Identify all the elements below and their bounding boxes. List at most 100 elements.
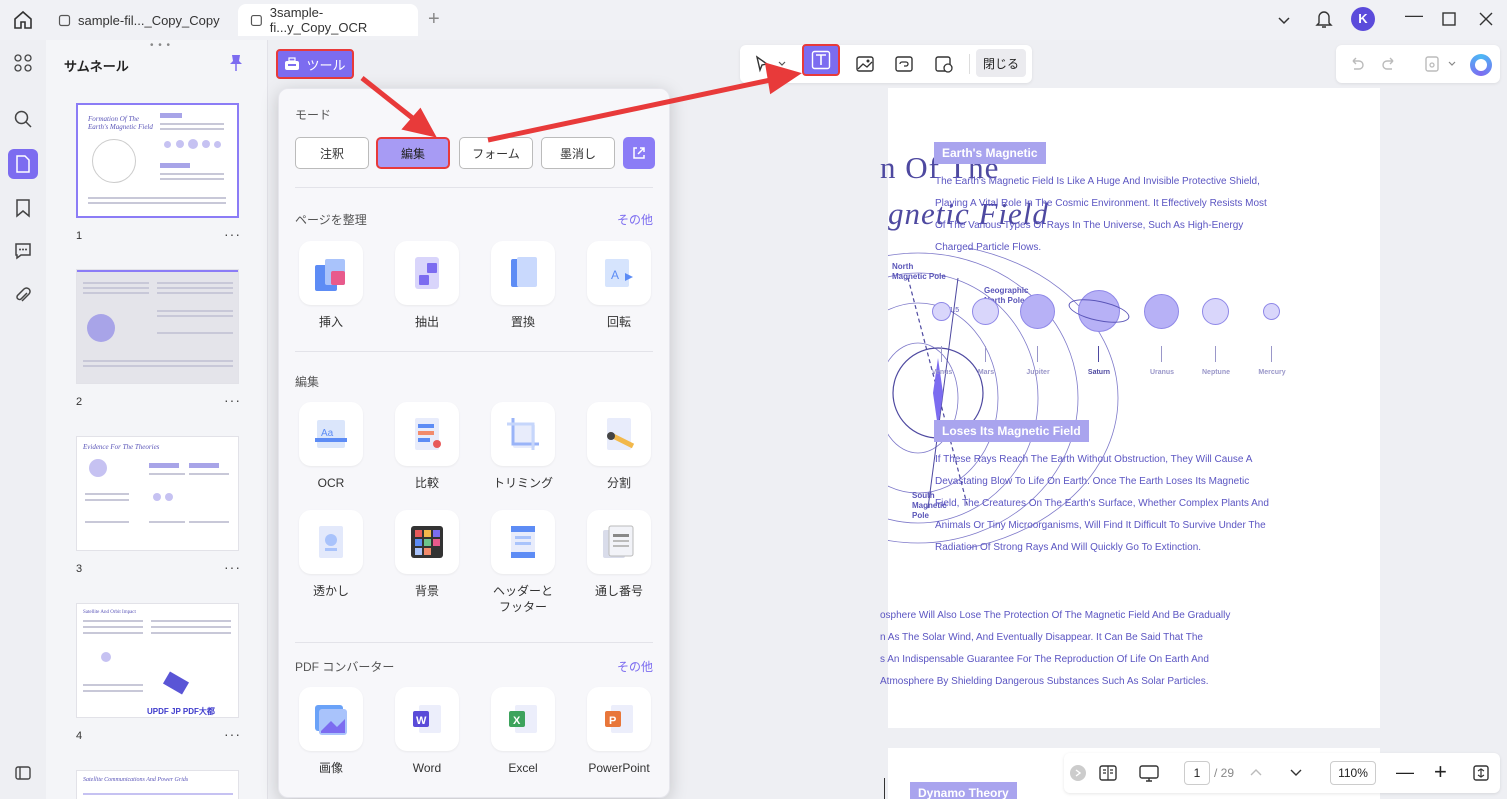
tab-document-1[interactable]: sample-fil..._Copy_Copy (46, 4, 232, 36)
add-text-button[interactable] (802, 44, 840, 76)
planet-label: Neptune (1202, 369, 1230, 376)
powerpoint-icon: P (587, 687, 651, 751)
add-tab-button[interactable]: + (428, 8, 440, 31)
close-edit-button[interactable]: 閉じる (976, 49, 1026, 77)
chevron-down-icon[interactable] (1448, 61, 1456, 67)
svg-text:A: A (611, 268, 619, 282)
zoom-out-button[interactable]: — (1396, 762, 1414, 783)
tools-button[interactable]: ツール (276, 49, 354, 79)
rail-thumbnails-grid[interactable] (8, 48, 38, 78)
add-watermark-button[interactable] (930, 50, 958, 78)
tool-header-footer[interactable]: ヘッダーと フッター (483, 510, 563, 615)
tool-extract[interactable]: 抽出 (387, 241, 467, 330)
split-icon (587, 402, 651, 466)
convert-to-powerpoint[interactable]: P PowerPoint (579, 687, 659, 776)
mode-redact-button[interactable]: 墨消し (541, 137, 615, 169)
zoom-in-button[interactable]: + (1434, 759, 1447, 785)
zoom-level[interactable]: 110% (1330, 761, 1376, 785)
tool-insert[interactable]: 挿入 (291, 241, 371, 330)
reading-mode-icon[interactable] (1098, 764, 1118, 782)
add-image-button[interactable] (851, 50, 879, 78)
planet-tick (941, 346, 942, 362)
planet-tick (1037, 346, 1038, 362)
maximize-button[interactable] (1442, 12, 1456, 26)
tool-crop[interactable]: トリミング (483, 402, 563, 491)
thumbnail-more-button[interactable]: ··· (224, 726, 241, 742)
rail-comments[interactable] (8, 236, 38, 266)
ai-assistant-icon[interactable] (1470, 54, 1492, 76)
mode-edit-button[interactable]: 編集 (376, 137, 450, 169)
rail-pages[interactable] (8, 149, 38, 179)
extract-icon (395, 241, 459, 305)
compare-icon (395, 402, 459, 466)
close-window-button[interactable] (1479, 12, 1493, 26)
fit-page-icon[interactable] (1472, 764, 1490, 782)
watermark-icon (299, 510, 363, 574)
planet-uranus (1144, 294, 1179, 329)
convert-to-excel[interactable]: X Excel (483, 687, 563, 776)
planet-label: Uranus (1149, 369, 1175, 376)
tool-compare[interactable]: 比較 (387, 402, 467, 491)
replace-icon (491, 241, 555, 305)
notification-icon[interactable] (1314, 8, 1334, 30)
divider (295, 351, 653, 352)
thumbnail-page-2[interactable] (76, 269, 239, 384)
thumbnail-page-3[interactable]: Evidence For The Theories (76, 436, 239, 551)
tool-watermark[interactable]: 透かし (291, 510, 371, 599)
left-rail (0, 40, 46, 799)
page-number-input[interactable]: 1 (1184, 761, 1210, 785)
thumbnail-more-button[interactable]: ··· (224, 226, 241, 242)
tool-split[interactable]: 分割 (579, 402, 659, 491)
chevron-up-icon[interactable] (1250, 767, 1262, 777)
rail-bookmarks[interactable] (8, 193, 38, 223)
chevron-down-icon[interactable] (1276, 12, 1292, 28)
rail-sidebar-toggle[interactable] (8, 758, 38, 788)
thumbnail-page-4[interactable]: Satellite And Orbit Impact UPDF JP PDF大都 (76, 603, 239, 718)
tool-background[interactable]: 背景 (387, 510, 467, 599)
select-tool[interactable] (748, 50, 776, 78)
panel-drag-handle[interactable]: • • • (150, 40, 171, 51)
convert-to-word[interactable]: W Word (387, 687, 467, 776)
planet-tick (1271, 346, 1272, 362)
tool-replace[interactable]: 置換 (483, 241, 563, 330)
user-avatar[interactable]: K (1351, 7, 1375, 31)
presentation-icon[interactable] (1138, 764, 1160, 782)
home-icon[interactable] (12, 9, 34, 31)
svg-text:X: X (513, 715, 521, 727)
paragraph-3: osphere Will Also Lose The Protection Of… (880, 610, 1231, 687)
cursor-icon (755, 55, 769, 73)
redo-icon[interactable] (1382, 56, 1398, 72)
organize-more-link[interactable]: その他 (617, 211, 653, 228)
converter-more-link[interactable]: その他 (617, 658, 653, 675)
page-navigation-bar: 1 / 29 110% — + (1064, 753, 1500, 793)
tab-document-2[interactable]: 3sample-fi...y_Copy_OCR (238, 4, 418, 36)
planet-tick (1215, 346, 1216, 362)
minimize-button[interactable]: — (1405, 5, 1423, 26)
add-link-button[interactable] (890, 50, 918, 78)
pin-icon[interactable] (228, 54, 244, 72)
excel-icon: X (491, 687, 555, 751)
thumbnail-page-1[interactable]: Formation Of The Earth's Magnetic Field (76, 103, 239, 218)
chevron-down-icon[interactable] (778, 61, 786, 67)
thumbnail-more-button[interactable]: ··· (224, 392, 241, 408)
thumbnail-more-button[interactable]: ··· (224, 559, 241, 575)
thumbnail-page-number: 4 (76, 730, 83, 742)
tool-bates-number[interactable]: 通し番号 (579, 510, 659, 599)
convert-to-image[interactable]: 画像 (291, 687, 371, 776)
planet-label: Jupiter (1026, 369, 1050, 376)
mode-annotate-button[interactable]: 注釈 (295, 137, 369, 169)
tool-ocr[interactable]: Aa OCR (291, 402, 371, 491)
mode-form-button[interactable]: フォーム (459, 137, 533, 169)
save-icon[interactable] (1424, 55, 1440, 73)
rail-search[interactable] (8, 104, 38, 134)
section-badge: Loses Its Magnetic Field (934, 420, 1089, 442)
undo-icon[interactable] (1348, 56, 1364, 72)
divider (295, 187, 653, 188)
chevron-down-icon[interactable] (1290, 768, 1302, 778)
tool-rotate[interactable]: A 回転 (579, 241, 659, 330)
rail-attachments[interactable] (8, 281, 38, 311)
open-external-button[interactable] (623, 137, 655, 169)
collapse-nav-button[interactable] (1070, 765, 1086, 781)
thumbnail-page-5[interactable]: Satellite Communications And Power Grids (76, 770, 239, 799)
title-bar: sample-fil..._Copy_Copy 3sample-fi...y_C… (0, 0, 1507, 40)
